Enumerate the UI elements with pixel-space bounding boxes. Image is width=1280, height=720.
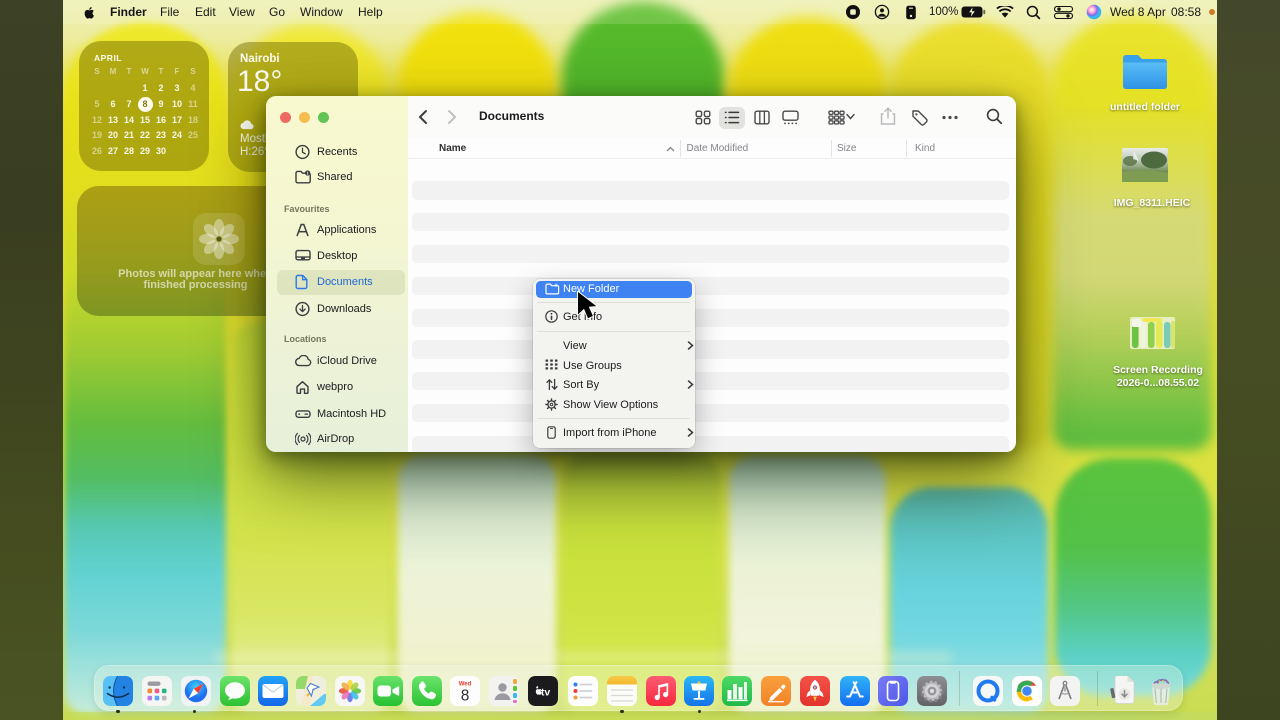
svg-text:8: 8 xyxy=(461,688,470,705)
svg-text:tv: tv xyxy=(541,687,550,699)
